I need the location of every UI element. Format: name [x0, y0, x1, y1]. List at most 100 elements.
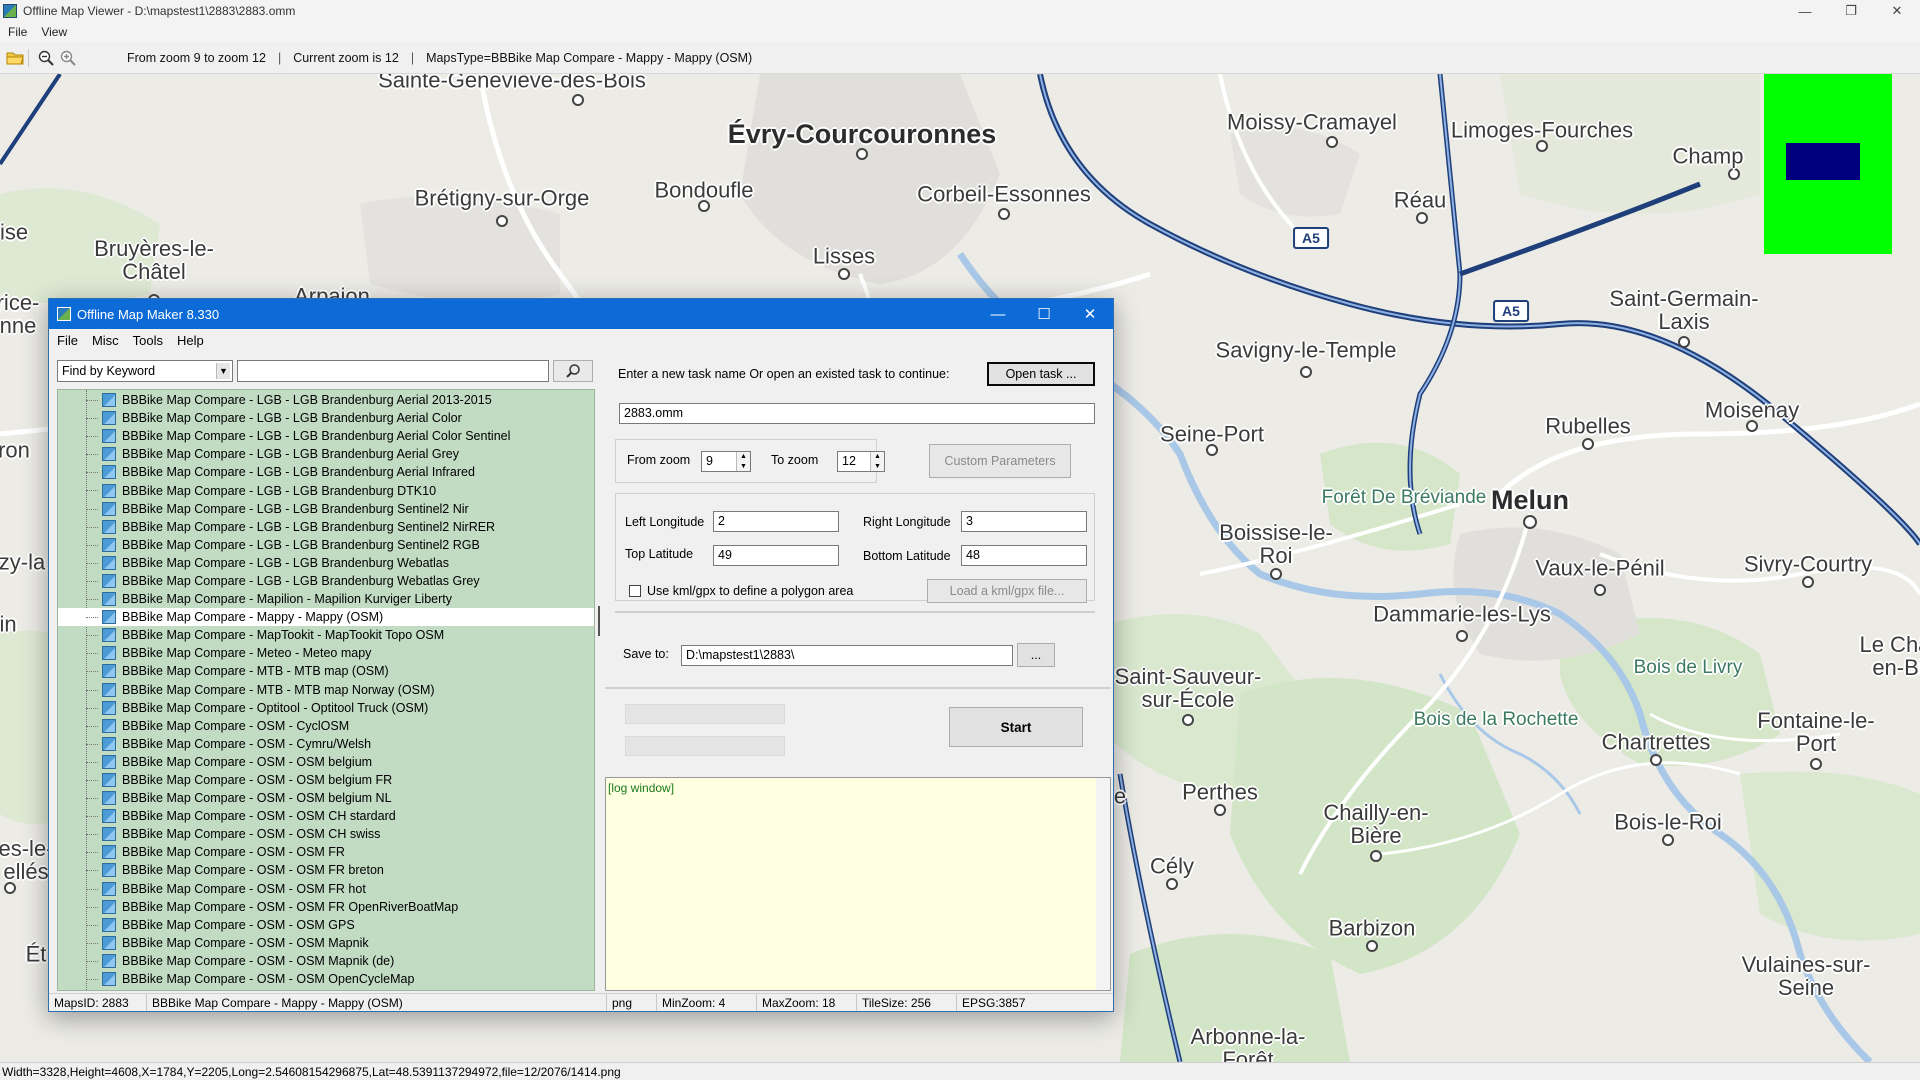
tree-item[interactable]: BBBike Map Compare - OSM - Cymru/Welsh [58, 735, 594, 753]
progress-bar-1 [625, 704, 785, 724]
status-tile-size: TileSize: 256 [857, 994, 957, 1011]
tree-item[interactable]: BBBike Map Compare - OSM - OSM belgium F… [58, 771, 594, 789]
chevron-up-icon[interactable]: ▲ [874, 453, 881, 460]
map-place-label: Moisenay [1704, 397, 1800, 423]
map-place-label: Saint-Sauveur- sur-École [1114, 663, 1262, 712]
tree-item[interactable]: BBBike Map Compare - LGB - LGB Brandenbu… [58, 463, 594, 481]
tree-item[interactable]: BBBike Map Compare - LGB - LGB Brandenbu… [58, 409, 594, 427]
menu-view[interactable]: View [41, 25, 67, 39]
tree-item[interactable]: BBBike Map Compare - OSM - OSM CH starda… [58, 807, 594, 825]
tree-item[interactable]: BBBike Map Compare - LGB - LGB Brandenbu… [58, 445, 594, 463]
minimap-viewport[interactable] [1786, 143, 1860, 180]
to-zoom-spinner[interactable]: 12 ▲ ▼ [837, 451, 885, 472]
tree-item-label: BBBike Map Compare - Meteo - Meteo mapy [122, 646, 372, 661]
tree-item[interactable]: BBBike Map Compare - OSM - OSM FR OpenRi… [58, 898, 594, 916]
from-zoom-spin-buttons[interactable]: ▲ ▼ [736, 452, 750, 471]
tree-item[interactable]: BBBike Map Compare - LGB - LGB Brandenbu… [58, 572, 594, 590]
minimize-button[interactable]: — [1782, 0, 1828, 22]
task-name-input[interactable]: 2883.omm [619, 403, 1095, 424]
tree-item[interactable]: BBBike Map Compare - MTB - MTB map (OSM) [58, 662, 594, 680]
map-layer-icon [102, 700, 116, 715]
tree-item[interactable]: BBBike Map Compare - Meteo - Meteo mapy [58, 644, 594, 662]
tree-item[interactable]: BBBike Map Compare - MapTookit - MapTook… [58, 626, 594, 644]
zoom-out-icon[interactable] [35, 47, 57, 69]
dialog-menu-misc[interactable]: Misc [92, 333, 119, 348]
dialog-menu-file[interactable]: File [57, 333, 78, 348]
open-task-button[interactable]: Open task ... [987, 362, 1095, 386]
start-button[interactable]: Start [949, 707, 1083, 747]
load-kml-button[interactable]: Load a kml/gpx file... [927, 579, 1087, 603]
map-place-label: Chartrettes [1601, 729, 1711, 755]
tree-item[interactable]: BBBike Map Compare - OSM - OSM CH swiss [58, 825, 594, 843]
chevron-down-icon[interactable]: ▼ [216, 363, 230, 379]
map-layer-icon [102, 935, 116, 950]
browse-button[interactable]: ... [1017, 643, 1055, 667]
chevron-down-icon[interactable]: ▼ [874, 463, 881, 470]
chevron-down-icon[interactable]: ▼ [740, 463, 747, 470]
map-layer-icon [102, 393, 116, 408]
tree-item[interactable]: BBBike Map Compare - OSM - OSM Mapnik [58, 934, 594, 952]
search-button[interactable] [553, 360, 593, 382]
tree-item[interactable]: BBBike Map Compare - OSM - OSM FR hot [58, 880, 594, 898]
tree-item[interactable]: BBBike Map Compare - LGB - LGB Brandenbu… [58, 391, 594, 409]
tree-item[interactable]: BBBike Map Compare - LGB - LGB Brandenbu… [58, 554, 594, 572]
custom-parameters-button[interactable]: Custom Parameters [929, 444, 1071, 478]
dialog-close-button[interactable]: ✕ [1067, 299, 1113, 329]
tree-item[interactable]: BBBike Map Compare - LGB - LGB Brandenbu… [58, 427, 594, 445]
map-layer-icon [102, 447, 116, 462]
map-layer-icon [102, 899, 116, 914]
minimap[interactable] [1764, 74, 1892, 254]
menu-file[interactable]: File [8, 25, 27, 39]
tree-item[interactable]: BBBike Map Compare - Optitool - Optitool… [58, 699, 594, 717]
close-button[interactable]: ✕ [1874, 0, 1920, 22]
map-place-label: Bois de Livry [1633, 657, 1743, 679]
map-place-label: Corbeil-Essonnes [917, 181, 1091, 207]
left-longitude-input[interactable]: 2 [713, 511, 839, 532]
tree-item[interactable]: BBBike Map Compare - LGB - LGB Brandenbu… [58, 500, 594, 518]
tree-item[interactable]: BBBike Map Compare - OSM - OSM belgium [58, 753, 594, 771]
dialog-maximize-button[interactable]: ☐ [1021, 299, 1067, 329]
map-layer-icon [102, 953, 116, 968]
tree-item[interactable]: BBBike Map Compare - OSM - OSM Mapnik (d… [58, 952, 594, 970]
tree-item[interactable]: BBBike Map Compare - Mappy - Mappy (OSM) [58, 608, 594, 627]
save-to-input[interactable]: D:\mapstest1\2883\ [681, 645, 1013, 666]
map-place-label: es-le- ellés [0, 835, 54, 884]
tree-item[interactable]: BBBike Map Compare - LGB - LGB Brandenbu… [58, 481, 594, 499]
log-window[interactable]: [log window] [605, 777, 1111, 991]
dialog-menu-tools[interactable]: Tools [133, 333, 163, 348]
open-folder-icon[interactable] [4, 47, 26, 69]
to-zoom-spin-buttons[interactable]: ▲ ▼ [870, 452, 884, 471]
chevron-up-icon[interactable]: ▲ [740, 453, 747, 460]
map-layer-icon [102, 917, 116, 932]
tree-item[interactable]: BBBike Map Compare - OSM - OSM GPS [58, 916, 594, 934]
tree-item[interactable]: BBBike Map Compare - LGB - LGB Brandenbu… [58, 536, 594, 554]
dialog-menu-help[interactable]: Help [177, 333, 204, 348]
splitter-grip[interactable] [598, 606, 600, 636]
tree-item-label: BBBike Map Compare - OSM - OSM belgium N… [122, 791, 392, 806]
tree-item[interactable]: BBBike Map Compare - OSM - OSM FR breton [58, 861, 594, 879]
search-mode-dropdown[interactable]: Find by Keyword ▼ [57, 360, 233, 382]
use-kml-checkbox[interactable] [629, 585, 641, 597]
from-zoom-spinner[interactable]: 9 ▲ ▼ [701, 451, 751, 472]
tree-item[interactable]: BBBike Map Compare - OSM - OSM OpenSnowM… [58, 988, 594, 990]
log-scrollbar[interactable] [1096, 778, 1110, 990]
tree-item[interactable]: BBBike Map Compare - LGB - LGB Brandenbu… [58, 518, 594, 536]
map-layer-icon [102, 537, 116, 552]
tree-item-label: BBBike Map Compare - LGB - LGB Brandenbu… [122, 501, 469, 516]
dialog-minimize-button[interactable]: — [975, 299, 1021, 329]
map-layer-icon [102, 555, 116, 570]
tree-item[interactable]: BBBike Map Compare - MTB - MTB map Norwa… [58, 681, 594, 699]
zoom-in-icon[interactable] [57, 47, 79, 69]
tree-item[interactable]: BBBike Map Compare - OSM - OSM FR [58, 843, 594, 861]
bottom-latitude-input[interactable]: 48 [961, 545, 1087, 566]
right-longitude-input[interactable]: 3 [961, 511, 1087, 532]
tree-item[interactable]: BBBike Map Compare - OSM - OSM OpenCycle… [58, 970, 594, 988]
map-type-tree[interactable]: BBBike Map Compare - LGB - LGB Brandenbu… [57, 389, 595, 991]
keyword-input[interactable] [237, 360, 549, 382]
tree-item[interactable]: BBBike Map Compare - OSM - CyclOSM [58, 717, 594, 735]
tree-item[interactable]: BBBike Map Compare - OSM - OSM belgium N… [58, 789, 594, 807]
pane-splitter[interactable] [597, 391, 601, 991]
top-latitude-input[interactable]: 49 [713, 545, 839, 566]
restore-button[interactable]: ❐ [1828, 0, 1874, 22]
tree-item[interactable]: BBBike Map Compare - Mapilion - Mapilion… [58, 590, 594, 608]
